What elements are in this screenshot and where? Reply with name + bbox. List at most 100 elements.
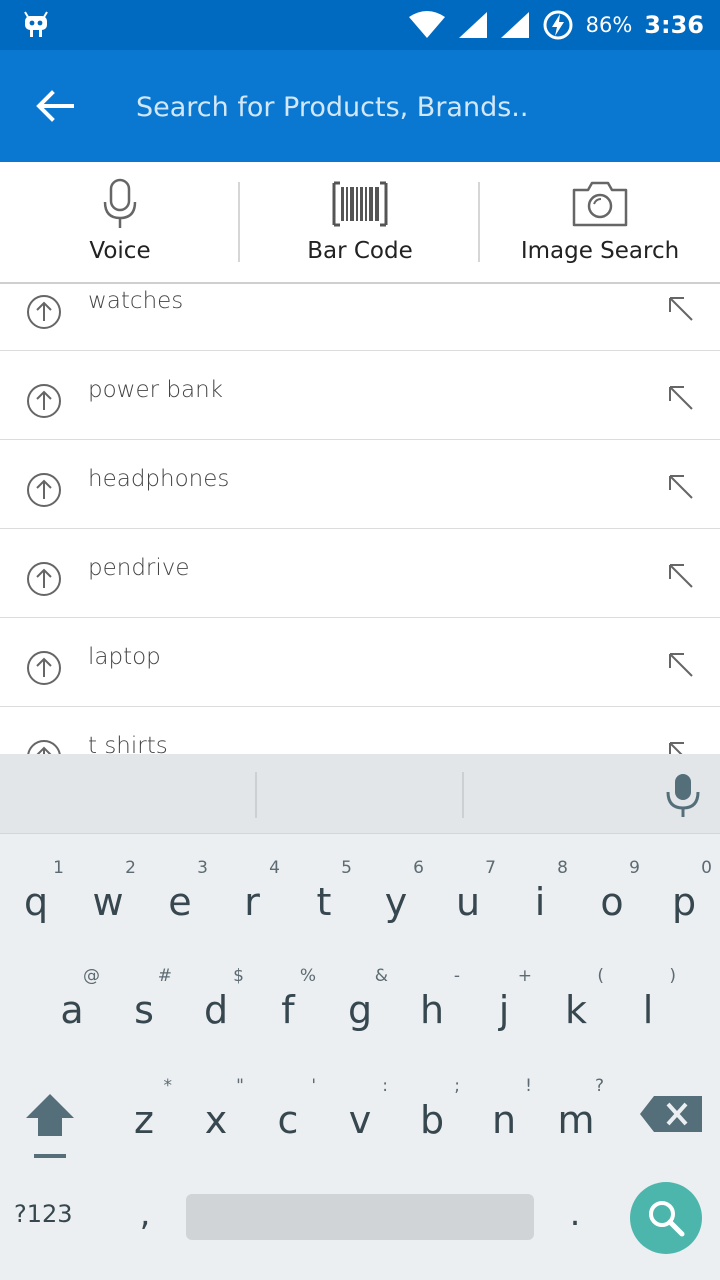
period-key[interactable]: . [560,1194,590,1244]
key-h[interactable]: -h [396,958,468,1058]
key-s[interactable]: # s [108,958,180,1058]
key-hint: % [299,966,316,986]
key-hint: 1 [53,858,64,878]
symbols-key[interactable]: ?123 [14,1200,98,1240]
key-hint: ' [311,1076,316,1096]
microphone-icon [103,178,137,228]
list-item[interactable]: watches [0,284,720,351]
back-arrow-icon[interactable] [32,86,80,126]
key-hint: & [374,966,388,986]
key-hint: " [236,1076,244,1096]
space-bar[interactable] [186,1194,534,1240]
key-label: u [455,880,481,924]
key-label: f [281,988,295,1032]
key-q[interactable]: 1q [0,850,72,950]
suggestion-text: watches [88,288,184,314]
barcode-label: Bar Code [307,238,413,264]
key-label: q [23,880,49,924]
key-v[interactable]: :v [324,1068,396,1168]
key-hint: ( [597,966,604,986]
search-app-bar [0,50,720,162]
key-label: m [557,1098,595,1142]
fill-query-arrow-icon[interactable] [664,559,696,591]
key-n[interactable]: ! n [468,1068,540,1168]
list-item[interactable]: pendrive [0,529,720,618]
key-p[interactable]: 0p [648,850,720,950]
key-label: v [348,1098,372,1142]
suggestion-text: laptop [88,644,161,670]
key-label: t [316,880,332,924]
key-hint: ! [525,1076,532,1096]
key-t[interactable]: 5t [288,850,360,950]
backspace-key-icon[interactable] [636,1084,706,1144]
microphone-icon[interactable] [664,772,702,818]
list-item[interactable]: laptop [0,618,720,707]
fill-query-arrow-icon[interactable] [664,648,696,680]
list-item[interactable]: t shirts [0,707,720,754]
key-label: w [92,880,124,924]
search-key[interactable] [630,1182,702,1254]
barcode-icon [332,181,388,227]
image-search-button[interactable]: Image Search [480,162,720,282]
key-label: s [134,988,154,1032]
key-l[interactable]: ) l [612,958,684,1058]
comma-key[interactable]: , [130,1194,160,1244]
key-u[interactable]: 7u [432,850,504,950]
voice-search-button[interactable]: Voice [0,162,240,282]
list-item[interactable]: power bank [0,351,720,440]
key-label: h [419,988,445,1032]
key-hint: * [163,1076,173,1096]
cell-signal-icon [458,12,487,38]
battery-percent: 86% [585,13,633,37]
key-label: j [498,988,510,1032]
fill-query-arrow-icon[interactable] [664,381,696,413]
fill-query-arrow-icon[interactable] [664,470,696,502]
key-hint: @ [83,966,100,986]
key-x[interactable]: " x [180,1068,252,1168]
key-hint: 0 [701,858,712,878]
search-input[interactable] [136,80,696,134]
clock: 3:36 [644,11,704,39]
key-m[interactable]: ? m [540,1068,612,1168]
trending-up-arrow-icon [27,740,61,754]
key-e[interactable]: 3e [144,850,216,950]
key-label: x [204,1098,228,1142]
key-g[interactable]: & g [324,958,396,1058]
key-f[interactable]: % f [252,958,324,1058]
barcode-search-button[interactable]: Bar Code [240,162,480,282]
trending-up-arrow-icon [27,295,61,329]
cyanogen-bugdroid-icon [24,11,48,37]
soft-keyboard: 1q2w3e4r5t6y7u8i9o0p @ a # s $ d% f & g - h + j(k) l … [0,754,720,1280]
key-hint: 3 [197,858,208,878]
camera-icon [572,181,628,227]
suggestion-text: pendrive [88,555,190,581]
key-z[interactable]: * z [108,1068,180,1168]
key-k[interactable]: (k [540,958,612,1058]
key-a[interactable]: @ a [36,958,108,1058]
key-y[interactable]: 6y [360,850,432,950]
trending-up-arrow-icon [27,473,61,507]
fill-query-arrow-icon[interactable] [664,737,696,754]
key-j[interactable]: + j [468,958,540,1058]
key-i[interactable]: 8i [504,850,576,950]
shift-key-icon[interactable] [14,1074,86,1164]
key-label: c [277,1098,299,1142]
key-label: r [244,880,260,924]
key-label: y [384,880,408,924]
key-label: l [642,988,654,1032]
key-hint: 6 [413,858,424,878]
suggestion-text: t shirts [88,733,168,754]
fill-query-arrow-icon[interactable] [664,292,696,324]
key-hint: ; [454,1076,460,1096]
key-o[interactable]: 9o [576,850,648,950]
key-label: o [600,880,624,924]
list-item[interactable]: headphones [0,440,720,529]
key-hint: 8 [557,858,568,878]
key-r[interactable]: 4r [216,850,288,950]
key-b[interactable]: ; b [396,1068,468,1168]
key-hint: 7 [485,858,496,878]
key-d[interactable]: $ d [180,958,252,1058]
key-w[interactable]: 2w [72,850,144,950]
trending-up-arrow-icon [27,562,61,596]
key-c[interactable]: ' c [252,1068,324,1168]
